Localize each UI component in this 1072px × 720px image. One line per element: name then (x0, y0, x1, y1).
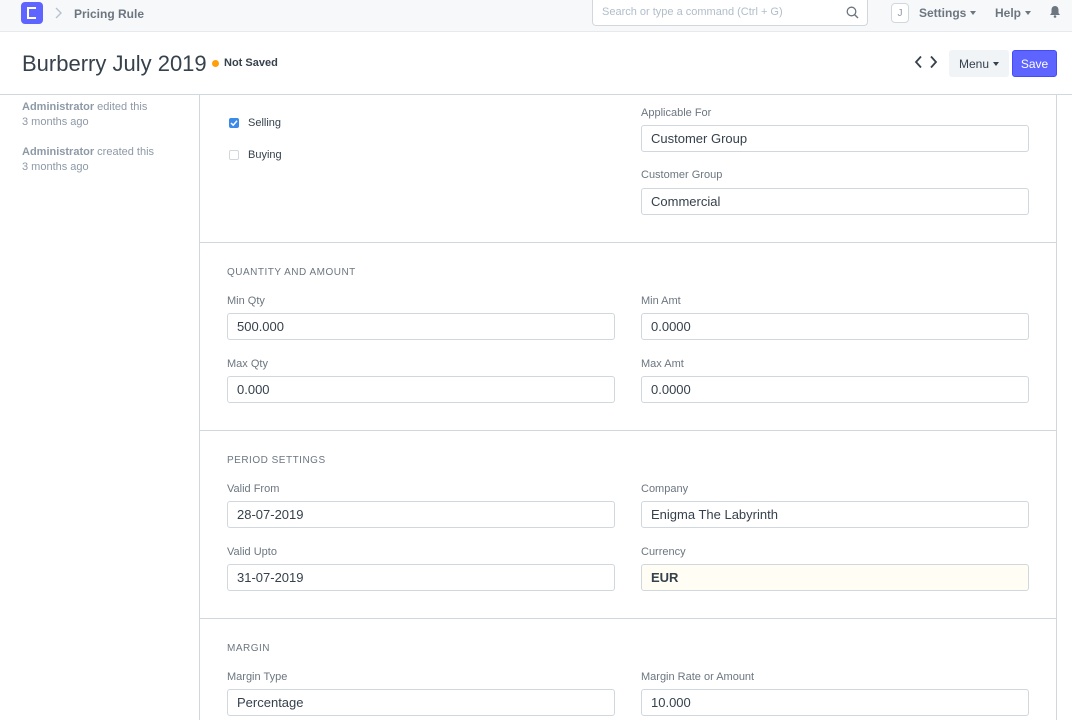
caret-down-icon (1025, 11, 1032, 15)
app-logo-icon[interactable] (21, 2, 43, 24)
status-indicator: Not Saved (212, 57, 278, 69)
section-applicability: Selling Buying Applicable For Customer G… (200, 95, 1056, 243)
caret-down-icon (970, 11, 977, 15)
chevron-right-icon (55, 6, 63, 22)
timeline-user[interactable]: Administrator (22, 101, 94, 113)
user-avatar[interactable]: J (891, 3, 909, 23)
breadcrumb-pricing-rule[interactable]: Pricing Rule (74, 7, 144, 21)
timeline-action: created this (94, 146, 155, 158)
section-margin: MARGIN Margin Type Margin Rate or Amount (200, 619, 1056, 720)
record-pager (914, 55, 938, 72)
chevron-left-icon[interactable] (914, 55, 923, 72)
customer-group-field[interactable] (641, 188, 1029, 215)
status-dot-icon (212, 59, 219, 67)
min-amt-label: Min Amt (641, 295, 681, 307)
company-field[interactable] (641, 501, 1029, 528)
applicable-for-label: Applicable For (641, 107, 712, 119)
buying-checkbox[interactable] (229, 150, 239, 160)
timeline-user[interactable]: Administrator (22, 146, 94, 158)
status-text: Not Saved (224, 57, 278, 69)
form-body: Selling Buying Applicable For Customer G… (199, 95, 1057, 720)
buying-label: Buying (248, 149, 282, 161)
help-label: Help (995, 6, 1022, 20)
selling-checkbox-row[interactable]: Selling (229, 117, 281, 129)
search-icon[interactable] (846, 6, 859, 22)
section-period-settings: PERIOD SETTINGS Valid From Company Valid… (200, 431, 1056, 619)
currency-field[interactable] (641, 564, 1029, 591)
menu-button[interactable]: Menu (949, 50, 1009, 77)
section-heading: MARGIN (227, 643, 270, 654)
timeline-item: Administrator edited this 3 months ago (22, 100, 147, 130)
max-amt-field[interactable] (641, 376, 1029, 403)
margin-rate-field[interactable] (641, 689, 1029, 716)
selling-label: Selling (248, 117, 282, 129)
valid-upto-field[interactable] (227, 564, 615, 591)
customer-group-label: Customer Group (641, 169, 723, 181)
margin-rate-label: Margin Rate or Amount (641, 671, 755, 683)
valid-from-label: Valid From (227, 483, 280, 495)
search-box (592, 0, 868, 26)
max-amt-label: Max Amt (641, 358, 684, 370)
min-amt-field[interactable] (641, 313, 1029, 340)
section-heading: QUANTITY AND AMOUNT (227, 267, 356, 278)
settings-dropdown[interactable]: Settings (919, 6, 977, 20)
margin-type-select[interactable] (227, 689, 615, 716)
valid-from-field[interactable] (227, 501, 615, 528)
company-label: Company (641, 483, 689, 495)
caret-down-icon (993, 61, 1000, 66)
timeline-action: edited this (94, 101, 148, 113)
timeline-when: 3 months ago (22, 161, 89, 173)
timeline-item: Administrator created this 3 months ago (22, 145, 154, 175)
section-heading: PERIOD SETTINGS (227, 455, 326, 466)
buying-checkbox-row[interactable]: Buying (229, 149, 282, 161)
sidebar-timeline: Administrator edited this 3 months ago A… (0, 95, 199, 720)
search-input[interactable] (593, 0, 833, 24)
max-qty-field[interactable] (227, 376, 615, 403)
selling-checkbox[interactable] (229, 118, 239, 128)
section-quantity-amount: QUANTITY AND AMOUNT Min Qty Min Amt Max … (200, 243, 1056, 431)
settings-label: Settings (919, 6, 967, 20)
help-dropdown[interactable]: Help (995, 6, 1032, 20)
margin-type-label: Margin Type (227, 671, 288, 683)
min-qty-label: Min Qty (227, 295, 265, 307)
currency-label: Currency (641, 546, 686, 558)
navbar: Pricing Rule J Settings Help (0, 0, 1072, 32)
bell-icon[interactable] (1049, 5, 1061, 21)
max-qty-label: Max Qty (227, 358, 268, 370)
valid-upto-label: Valid Upto (227, 546, 277, 558)
timeline-when: 3 months ago (22, 116, 89, 128)
min-qty-field[interactable] (227, 313, 615, 340)
page-title: Burberry July 2019 (22, 51, 207, 76)
chevron-right-icon[interactable] (929, 55, 938, 72)
menu-label: Menu (958, 56, 990, 71)
page-head: Burberry July 2019 Not Saved Menu Save (0, 32, 1072, 95)
applicable-for-select[interactable] (641, 125, 1029, 152)
save-button[interactable]: Save (1012, 50, 1057, 77)
